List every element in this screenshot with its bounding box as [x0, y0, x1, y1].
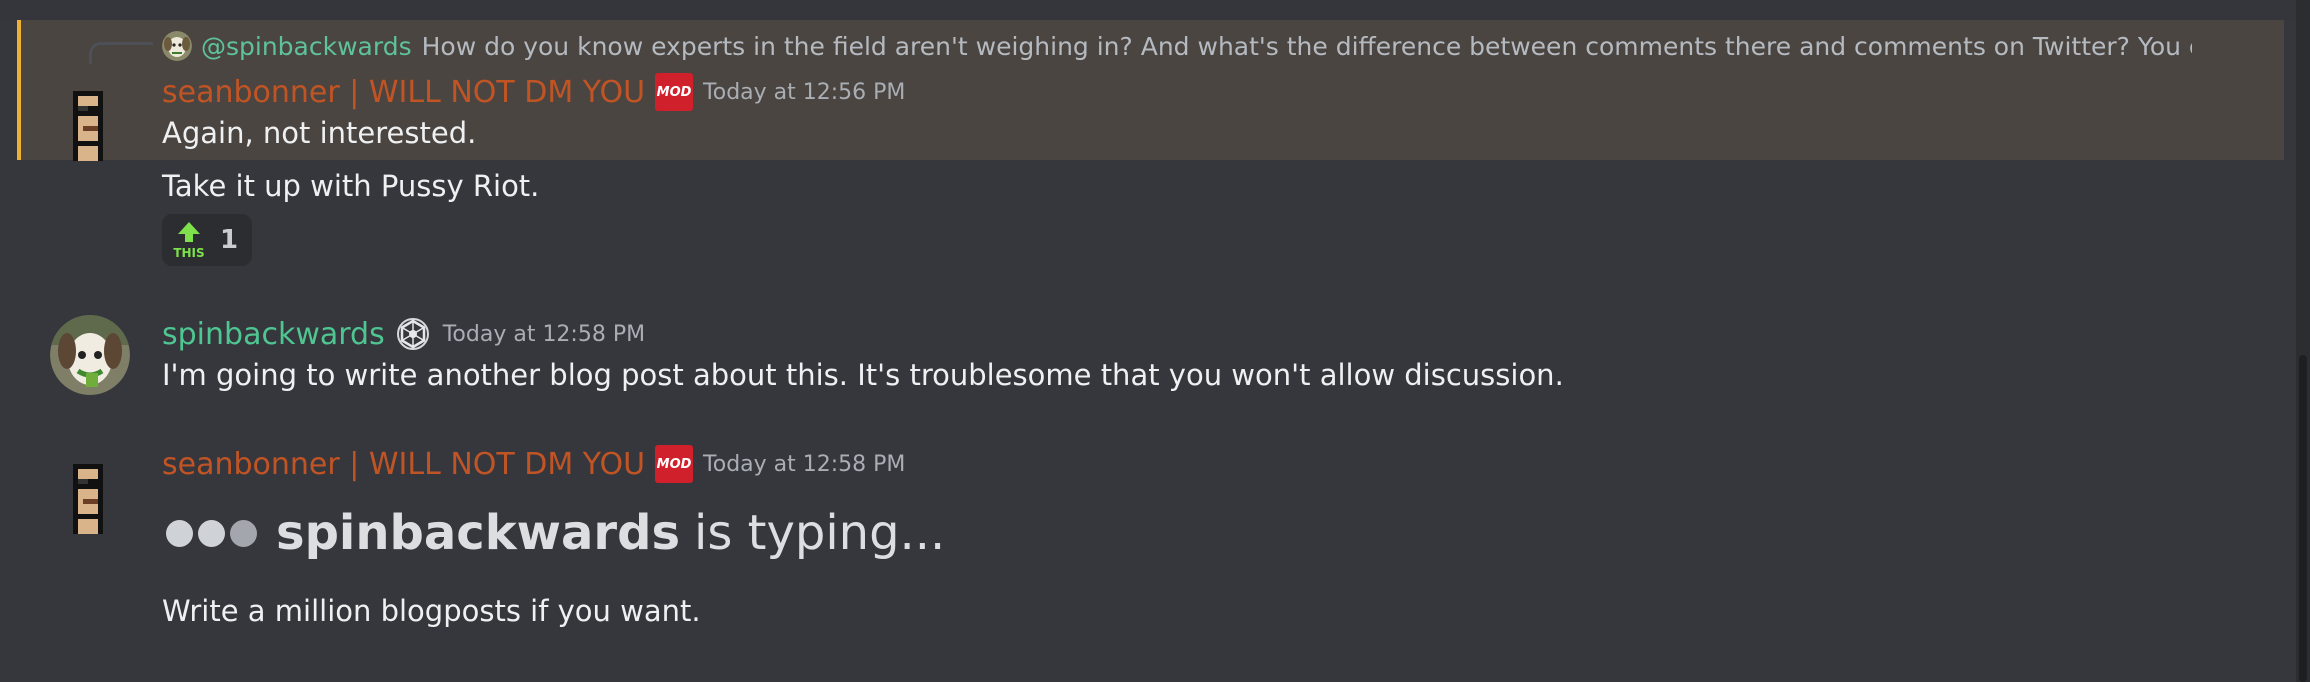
typing-dots-icon: [166, 519, 262, 547]
message-text: I'm going to write another blog post abo…: [162, 358, 1564, 392]
typing-suffix: is typing...: [694, 505, 946, 561]
message-timestamp[interactable]: Today at 12:58 PM: [703, 452, 905, 477]
scrollbar-thumb[interactable]: [2299, 355, 2307, 682]
seanbonner-avatar[interactable]: [48, 81, 128, 161]
spinbackwards-avatar[interactable]: [50, 315, 130, 395]
reply-spine: [89, 42, 153, 64]
typing-dot: [230, 519, 257, 547]
typing-dot: [166, 519, 193, 547]
this-arrow-emoji: THIS: [173, 222, 205, 260]
author-name[interactable]: seanbonner | WILL NOT DM YOU: [162, 75, 645, 110]
top-strip: [0, 0, 2310, 20]
seanbonner-avatar[interactable]: [48, 454, 128, 534]
typing-username: spinbackwards: [276, 505, 681, 561]
reaction-emoji-label: THIS: [173, 246, 204, 260]
message-text: Again, not interested.: [162, 116, 477, 150]
reply-excerpt[interactable]: How do you know experts in the field are…: [422, 32, 2192, 61]
reply-avatar[interactable]: [162, 31, 192, 61]
message-header: seanbonner | WILL NOT DM YOU MOD Today a…: [162, 444, 905, 484]
message-text: Take it up with Pussy Riot.: [162, 169, 540, 203]
reply-reference[interactable]: @spinbackwards How do you know experts i…: [162, 26, 2192, 66]
mod-badge-icon: MOD: [655, 445, 694, 483]
typing-indicator: spinbackwards is typing...: [166, 503, 945, 563]
reaction-count: 1: [220, 225, 239, 255]
chat-view: @spinbackwards How do you know experts i…: [0, 0, 2310, 682]
mention-highlight-bar: [17, 20, 21, 160]
message-header: spinbackwards Today at 12:58 PM: [162, 314, 645, 354]
message-header: seanbonner | WILL NOT DM YOU MOD Today a…: [162, 72, 905, 112]
typing-dot: [198, 519, 225, 547]
message-timestamp[interactable]: Today at 12:56 PM: [703, 80, 905, 105]
message-timestamp[interactable]: Today at 12:58 PM: [443, 322, 645, 347]
reaction-button[interactable]: THIS 1: [162, 214, 252, 266]
reply-author[interactable]: @spinbackwards: [201, 32, 412, 61]
author-name[interactable]: spinbackwards: [162, 317, 385, 352]
role-badge-icon: [396, 318, 429, 350]
mod-badge-icon: MOD: [655, 73, 694, 111]
message-text: Write a million blogposts if you want.: [162, 594, 701, 628]
author-name[interactable]: seanbonner | WILL NOT DM YOU: [162, 447, 645, 482]
